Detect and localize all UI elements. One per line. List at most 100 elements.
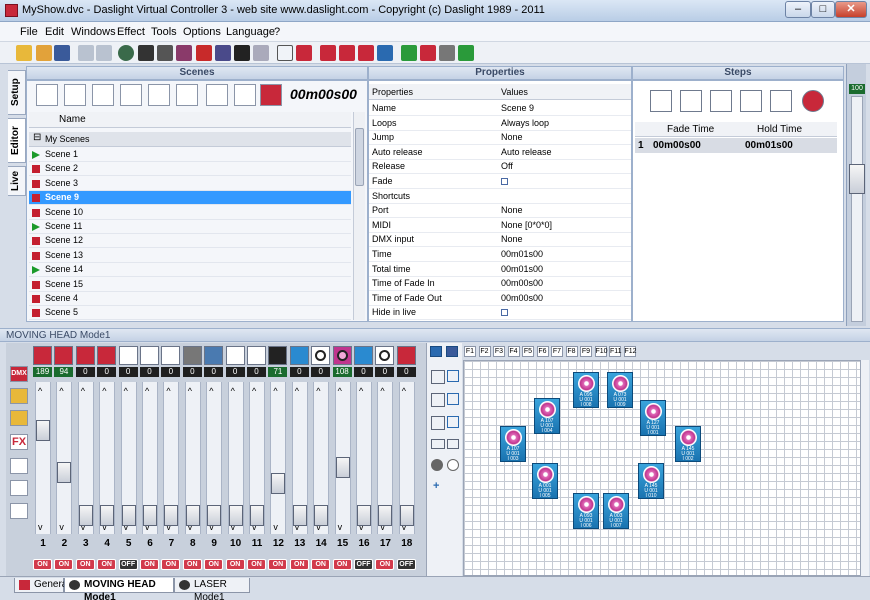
stop-icon[interactable] <box>32 309 40 318</box>
channel-toggle[interactable]: ON <box>311 559 331 570</box>
channel-toggle[interactable]: ON <box>97 559 117 570</box>
channel-toggle[interactable]: OFF <box>396 559 416 570</box>
easy-icon[interactable] <box>234 45 250 61</box>
channel-toggle[interactable]: ON <box>161 559 181 570</box>
scene-row[interactable]: Scene 11 <box>29 220 351 234</box>
fixture-icon[interactable]: A 107 U 001 I 004 <box>534 398 560 434</box>
select-icon[interactable] <box>447 370 459 382</box>
scene-row[interactable]: Scene 4 <box>29 292 351 306</box>
dark-circle-icon[interactable] <box>431 459 443 471</box>
fader-up-icon[interactable]: ^ <box>188 386 192 396</box>
fixture-icon[interactable]: A 145 U 001 I 002 <box>675 426 701 462</box>
play-scene-icon[interactable] <box>234 84 256 106</box>
property-row[interactable]: Loops Always loop <box>369 117 631 131</box>
property-row[interactable]: Time of Fade In 00m00s00 <box>369 277 631 292</box>
property-value[interactable]: 00m01s00 <box>501 263 543 276</box>
channel-fader-knob[interactable] <box>399 505 414 526</box>
fixture-icon[interactable]: A 001 U 001 I 005 <box>532 463 558 499</box>
copy-scene-icon[interactable] <box>148 84 170 106</box>
save-icon[interactable] <box>54 45 70 61</box>
tab-setup[interactable]: Setup <box>8 70 26 115</box>
channel-toggle[interactable]: OFF <box>354 559 373 570</box>
channel-toggle[interactable]: ON <box>289 559 309 570</box>
scene-row[interactable]: Scene 14 <box>29 263 351 278</box>
fader-up-icon[interactable]: ^ <box>38 386 42 396</box>
tab-live[interactable]: Live <box>8 166 26 196</box>
minimize-button[interactable]: – <box>785 1 811 18</box>
fader-down-icon[interactable]: v <box>38 522 43 532</box>
index-icon[interactable] <box>354 346 373 365</box>
property-row[interactable]: Shortcuts <box>369 190 631 204</box>
light-circle-icon[interactable] <box>447 459 459 471</box>
channel-toggle[interactable]: ON <box>140 559 159 570</box>
stop-icon[interactable] <box>32 295 40 303</box>
distribute-icon[interactable] <box>431 416 445 430</box>
paste-step-icon[interactable] <box>770 90 792 112</box>
prism-icon[interactable] <box>204 346 224 365</box>
fader-up-icon[interactable]: ^ <box>166 386 170 396</box>
channel-fader-knob[interactable] <box>378 505 393 526</box>
f-key-f11[interactable]: F11 <box>609 346 622 357</box>
stop-icon[interactable] <box>32 208 40 217</box>
record-scene-icon[interactable] <box>120 84 142 106</box>
delete-icon[interactable] <box>420 45 436 61</box>
play-icon[interactable] <box>32 223 40 231</box>
open-icon[interactable] <box>36 45 52 61</box>
fader-up-icon[interactable]: ^ <box>209 386 213 396</box>
menu-options[interactable]: Options <box>183 26 221 38</box>
scene-row[interactable]: Scene 15 <box>29 278 351 292</box>
blank-icon[interactable] <box>247 346 266 365</box>
property-value[interactable]: Off <box>501 160 513 173</box>
fader-down-icon[interactable]: v <box>59 522 64 532</box>
scene-row[interactable]: Scene 3 <box>29 177 351 191</box>
f-key-f8[interactable]: F8 <box>565 346 578 357</box>
master-fader[interactable] <box>851 96 863 322</box>
stop-icon[interactable] <box>32 251 40 260</box>
channel-fader-track[interactable] <box>35 382 51 534</box>
menu-help[interactable]: ? <box>274 26 280 38</box>
tools-icon[interactable] <box>253 45 269 61</box>
copy-step-icon[interactable] <box>740 90 762 112</box>
stage-icon[interactable] <box>296 45 312 61</box>
f-key-f12[interactable]: F12 <box>623 346 637 357</box>
channel-toggle[interactable]: ON <box>75 559 95 570</box>
import-scene-icon[interactable] <box>92 84 114 106</box>
align-icon[interactable] <box>431 393 445 407</box>
maximize-button[interactable]: □ <box>811 1 835 18</box>
gobo-icon[interactable] <box>182 346 202 365</box>
channel-fader-knob[interactable] <box>335 456 350 478</box>
fader-up-icon[interactable]: ^ <box>273 386 277 396</box>
fader-down-icon[interactable]: v <box>273 522 278 532</box>
channel-toggle[interactable]: ON <box>375 559 395 570</box>
color-wheel-icon[interactable] <box>332 346 352 365</box>
back-icon[interactable] <box>78 45 94 61</box>
property-row[interactable]: Time 00m01s00 <box>369 248 631 262</box>
f-key-f6[interactable]: F6 <box>536 346 549 357</box>
add-point-icon[interactable]: + <box>433 481 443 492</box>
channel-fader-knob[interactable] <box>207 505 222 526</box>
stop-icon[interactable] <box>32 237 40 246</box>
property-value[interactable]: 00m01s00 <box>501 248 543 261</box>
channel-fader-knob[interactable] <box>314 505 329 526</box>
fader-down-icon[interactable]: v <box>338 522 343 532</box>
flip-alt-icon[interactable] <box>447 439 459 449</box>
curve-icon[interactable] <box>10 458 28 474</box>
distribute-alt-icon[interactable] <box>447 416 459 428</box>
blank-icon[interactable] <box>118 346 138 365</box>
scene-row[interactable]: Scene 2 <box>29 162 351 177</box>
duplicate-icon[interactable] <box>439 45 455 61</box>
off-on-icon[interactable] <box>396 346 416 365</box>
fixture-icon[interactable]: A 127 U 001 I 001 <box>640 400 666 436</box>
f-key-f2[interactable]: F2 <box>478 346 491 357</box>
col-name[interactable]: Name <box>59 114 86 125</box>
fader-up-icon[interactable]: ^ <box>81 386 85 396</box>
channel-fader-knob[interactable] <box>357 505 371 526</box>
property-value[interactable]: Scene 9 <box>501 102 534 115</box>
fixture-icon[interactable]: A 003 U 001 I 007 <box>603 493 629 529</box>
fader-up-icon[interactable]: ^ <box>145 386 149 396</box>
close-button[interactable]: ✕ <box>835 1 867 18</box>
align-alt-icon[interactable] <box>447 393 459 405</box>
fixture-icon[interactable]: A 093 U 001 I 006 <box>573 493 599 529</box>
tab-laser[interactable]: LASER Mode1 <box>174 578 250 600</box>
property-row[interactable]: MIDI None [0*0*0] <box>369 219 631 233</box>
